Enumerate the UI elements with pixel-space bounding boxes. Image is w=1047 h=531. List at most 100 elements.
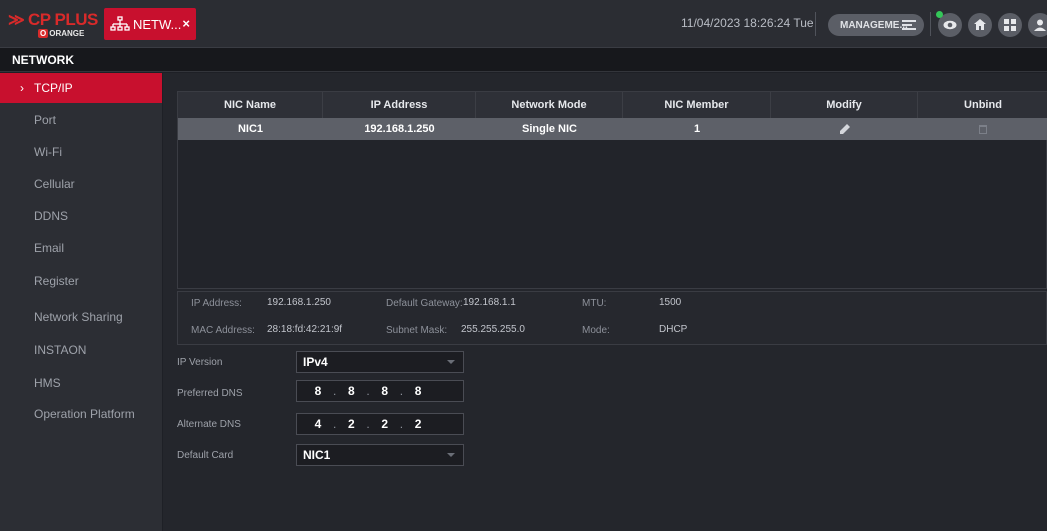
sidebar-item-ddns[interactable]: DDNS: [0, 201, 162, 231]
sidebar-item-port[interactable]: Port: [0, 105, 162, 135]
page-title: NETWORK: [12, 53, 74, 67]
alternate-dns-label: Alternate DNS: [177, 419, 241, 430]
nic-member-cell: 1: [693, 123, 701, 135]
close-icon[interactable]: ×: [182, 16, 190, 31]
network-icon: [110, 16, 130, 31]
logo-brand: CP PLUS: [28, 10, 98, 29]
menu-icon: [902, 20, 916, 30]
sidebar-item-register[interactable]: Register: [0, 266, 162, 296]
mode-label: Mode:: [582, 325, 610, 336]
subnet-value: 255.255.255.0: [461, 324, 525, 335]
sidebar-item-label: Register: [34, 274, 79, 288]
dns-octet[interactable]: 8: [403, 384, 433, 398]
chevron-down-icon: [447, 453, 455, 457]
user-button[interactable]: [1028, 13, 1047, 37]
main-content: NIC Name IP Address Network Mode NIC Mem…: [163, 73, 1047, 531]
home-button[interactable]: [968, 13, 992, 37]
sidebar-item-cellular[interactable]: Cellular: [0, 169, 162, 199]
unbind-cell: [918, 118, 1047, 140]
dns-octet[interactable]: 2: [336, 417, 366, 431]
column-header[interactable]: IP Address: [323, 92, 476, 118]
dns-octet[interactable]: 8: [370, 384, 400, 398]
sidebar-item-label: INSTAON: [34, 343, 87, 357]
divider: [815, 12, 816, 36]
sidebar-item-hms[interactable]: HMS: [0, 368, 162, 398]
network-mode-cell: Single NIC: [521, 123, 577, 135]
dns-octet[interactable]: 2: [370, 417, 400, 431]
default-card-label: Default Card: [177, 450, 234, 461]
sidebar-item-label: Wi-Fi: [34, 145, 62, 159]
ip-version-value: IPv4: [303, 355, 328, 369]
tab-network[interactable]: NETW... ×: [104, 8, 196, 40]
page-title-bar: NETWORK: [0, 48, 1047, 72]
sidebar-item-tcpip[interactable]: › TCP/IP: [0, 73, 162, 103]
sidebar-item-label: Port: [34, 113, 57, 127]
table-row[interactable]: NIC1 192.168.1.250 Single NIC 1: [178, 118, 1047, 140]
sidebar-item-label: TCP/IP: [34, 81, 73, 95]
home-icon: [974, 19, 986, 30]
ip-version-label: IP Version: [177, 357, 223, 368]
sidebar-item-wifi[interactable]: Wi-Fi: [0, 137, 162, 167]
mac-value: 28:18:fd:42:21:9f: [267, 324, 343, 335]
status-dot: [936, 11, 943, 18]
gateway-label: Default Gateway:: [386, 298, 463, 309]
sidebar-item-email[interactable]: Email: [0, 233, 162, 263]
column-header[interactable]: NIC Member: [623, 92, 771, 118]
column-header[interactable]: Unbind: [918, 92, 1047, 118]
tab-network-label: NETW...: [133, 16, 182, 32]
mode-value: DHCP: [659, 324, 688, 335]
dns-octet[interactable]: 8: [336, 384, 366, 398]
ip-address-value: 192.168.1.250: [267, 297, 331, 308]
gateway-value: 192.168.1.1: [463, 297, 516, 308]
subnet-label: Subnet Mask:: [386, 325, 448, 336]
pencil-icon[interactable]: [839, 124, 850, 134]
grid-icon: [1004, 19, 1016, 31]
modify-cell: [771, 118, 918, 140]
chevron-down-icon: [447, 360, 455, 364]
eye-icon: [943, 20, 957, 30]
table-header: NIC Name IP Address Network Mode NIC Mem…: [178, 92, 1047, 118]
sidebar-item-network-sharing[interactable]: Network Sharing: [0, 302, 162, 332]
logo-sub: O ORANGE: [38, 29, 85, 38]
preferred-dns-label: Preferred DNS: [177, 388, 243, 399]
ip-address-label: IP Address:: [191, 298, 242, 309]
dns-octet[interactable]: 2: [403, 417, 433, 431]
column-header[interactable]: NIC Name: [178, 92, 323, 118]
nic-details-panel: IP Address: 192.168.1.250 Default Gatewa…: [177, 291, 1047, 345]
mtu-label: MTU:: [582, 298, 607, 309]
column-header[interactable]: Modify: [771, 92, 918, 118]
grid-button[interactable]: [998, 13, 1022, 37]
management-button[interactable]: MANAGEME...: [828, 14, 924, 36]
mtu-value: 1500: [659, 297, 682, 308]
mac-label: MAC Address:: [191, 325, 255, 336]
divider: [930, 12, 931, 36]
sidebar-item-operation-platform[interactable]: Operation Platform: [0, 399, 162, 429]
eye-button[interactable]: [936, 11, 962, 37]
sidebar-item-label: HMS: [34, 376, 61, 390]
sidebar-item-label: Email: [34, 241, 65, 255]
default-card-value: NIC1: [303, 448, 331, 462]
ip-version-select[interactable]: IPv4: [296, 351, 464, 373]
user-icon: [1034, 19, 1046, 31]
sidebar-item-label: Operation Platform: [34, 407, 135, 421]
logo-mark-icon: ≫: [8, 12, 25, 29]
sidebar-item-label: DDNS: [34, 209, 69, 223]
nic-table: NIC Name IP Address Network Mode NIC Mem…: [177, 91, 1047, 289]
trash-icon[interactable]: [979, 125, 987, 134]
column-header[interactable]: Network Mode: [476, 92, 623, 118]
nic-name-cell: NIC1: [237, 123, 264, 135]
management-label: MANAGEME...: [840, 19, 908, 31]
alternate-dns-input[interactable]: 4 . 2 . 2 . 2: [296, 413, 464, 435]
datetime: 11/04/2023 18:26:24 Tue: [681, 16, 814, 30]
logo: ≫ CP PLUS O ORANGE: [8, 8, 98, 42]
preferred-dns-input[interactable]: 8 . 8 . 8 . 8: [296, 380, 464, 402]
chevron-right-icon: ›: [20, 81, 24, 95]
sidebar-item-instaon[interactable]: INSTAON: [0, 335, 162, 365]
sidebar-item-label: Cellular: [34, 177, 75, 191]
dns-octet[interactable]: 8: [303, 384, 333, 398]
sidebar-item-label: Network Sharing: [34, 310, 123, 324]
dns-octet[interactable]: 4: [303, 417, 333, 431]
ip-address-cell: 192.168.1.250: [364, 123, 435, 135]
default-card-select[interactable]: NIC1: [296, 444, 464, 466]
sidebar: › TCP/IP Port Wi-Fi Cellular DDNS Email …: [0, 73, 162, 531]
